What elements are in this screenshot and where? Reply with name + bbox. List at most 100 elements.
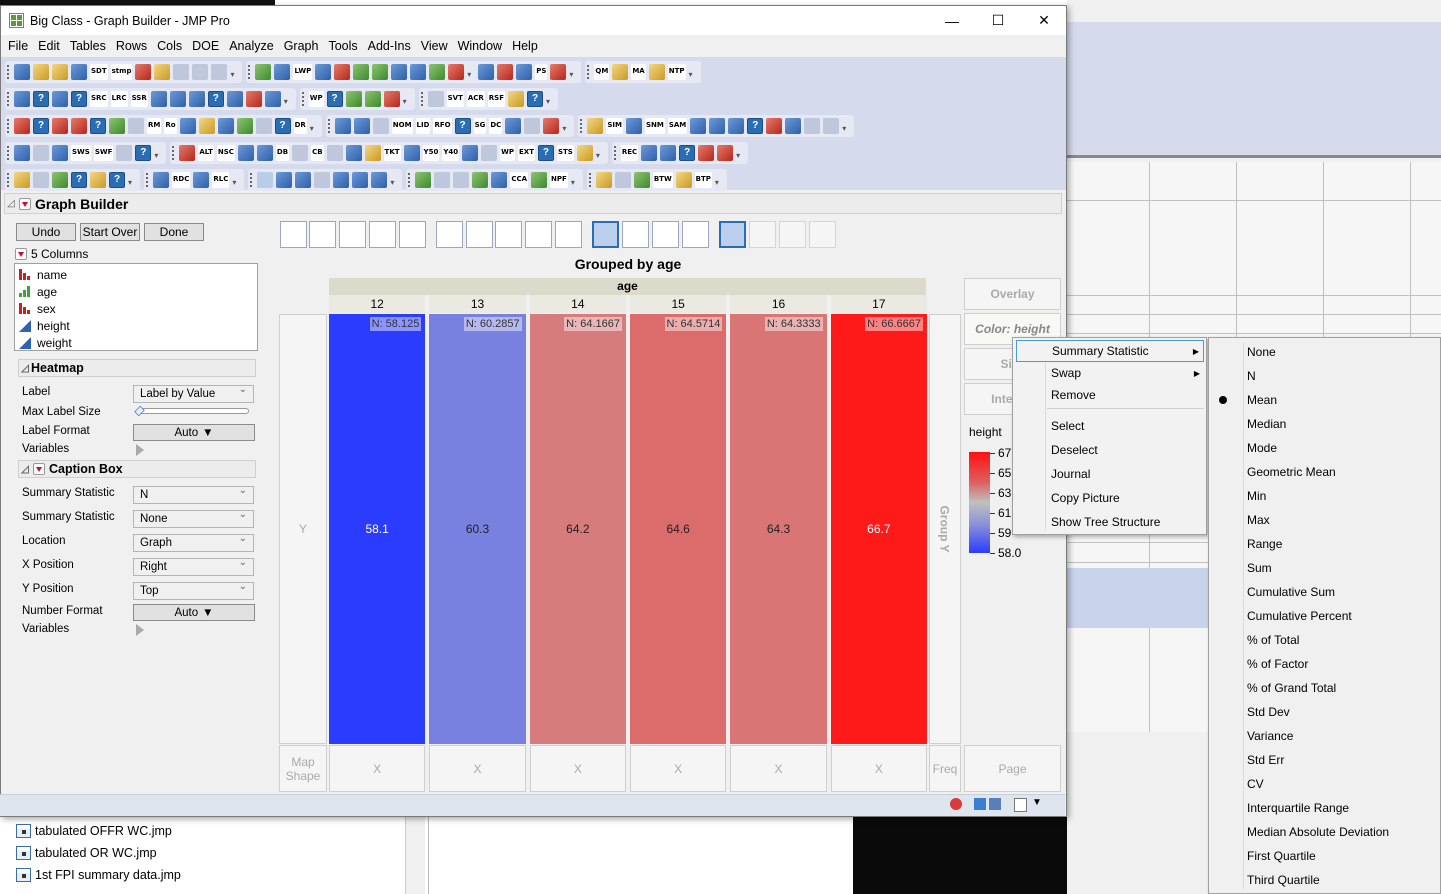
help-icon[interactable]: ? [274, 118, 291, 134]
sg-icon[interactable]: SG [473, 118, 487, 134]
menu-analyze[interactable]: Analyze [224, 39, 278, 53]
submenu-item-none[interactable]: None [1209, 340, 1440, 364]
close-button[interactable]: ✕ [1021, 6, 1067, 35]
help-disabled-icon[interactable] [326, 145, 343, 161]
bar-chart-icon[interactable] [345, 91, 362, 107]
document-icon[interactable] [524, 118, 541, 134]
survival-icon[interactable] [576, 145, 593, 161]
lasso-tool-icon[interactable] [333, 172, 350, 188]
tkt-icon[interactable]: TKT [383, 145, 401, 161]
disclosure-icon[interactable]: ◿ [5, 198, 17, 209]
menu-add-ins[interactable]: Add-Ins [363, 39, 416, 53]
refresh-table-icon[interactable] [193, 172, 210, 188]
search-icon[interactable] [211, 64, 228, 80]
map-shape-drop-zone[interactable]: Map Shape [279, 745, 327, 792]
freq-drop-zone[interactable]: Freq [929, 745, 961, 792]
rfo-icon[interactable]: RFO [433, 118, 452, 134]
curve-icon[interactable] [334, 118, 351, 134]
graph-type-bar-icon[interactable] [466, 221, 493, 248]
tabulate-icon[interactable] [245, 91, 262, 107]
label-select[interactable]: Label by Value [133, 384, 254, 403]
save-icon[interactable] [71, 64, 87, 80]
redo-icon[interactable] [153, 172, 169, 188]
cross-icon[interactable] [345, 145, 362, 161]
submenu-item-max[interactable]: Max [1209, 508, 1440, 532]
graph-type-caption-box-icon[interactable] [719, 221, 746, 248]
caption-box-section-header[interactable]: ◿ Caption Box [18, 460, 256, 478]
balance-icon[interactable] [448, 64, 465, 80]
graph-type-ellipse-icon[interactable] [369, 221, 396, 248]
help-tool-icon[interactable] [276, 172, 293, 188]
menu-help[interactable]: Help [507, 39, 543, 53]
red-triangle-menu-icon[interactable] [15, 248, 27, 260]
help-icon[interactable]: ? [679, 145, 696, 161]
line-tool-icon[interactable] [371, 172, 388, 188]
sdt-icon[interactable]: SDT [90, 64, 108, 80]
swf-icon[interactable]: SWF [93, 145, 114, 161]
graph-type-pie-icon[interactable] [622, 221, 649, 248]
run-script-icon[interactable] [154, 64, 171, 80]
summary-statistic-2-select[interactable]: None [133, 509, 254, 528]
list-icon[interactable] [71, 118, 87, 134]
y-position-select[interactable]: Top [133, 581, 254, 600]
stmp-icon[interactable]: stmp [110, 64, 133, 80]
number-format-button[interactable]: Auto ▼ [133, 604, 255, 621]
submenu-item-first-quartile[interactable]: First Quartile [1209, 844, 1440, 868]
refresh-icon[interactable] [128, 118, 144, 134]
target-icon[interactable] [785, 118, 802, 134]
menu-tables[interactable]: Tables [65, 39, 111, 53]
graph-type-histogram-icon[interactable] [555, 221, 582, 248]
heatmap-cell[interactable]: N: 64.1667 64.2 [529, 314, 626, 744]
btp-icon[interactable]: BTP [694, 172, 712, 188]
ntp-icon[interactable]: NTP [667, 64, 686, 80]
recent-file-item[interactable]: tabulated OFFR WC.jmp [16, 821, 172, 841]
graph-icon[interactable] [717, 145, 734, 161]
submenu-item-geometric-mean[interactable]: Geometric Mean [1209, 460, 1440, 484]
column-item-sex[interactable]: sex [15, 300, 257, 317]
hand-tool-icon[interactable] [314, 172, 331, 188]
stack-bars-icon[interactable] [109, 118, 125, 134]
pareto-icon[interactable] [550, 64, 567, 80]
ps-icon[interactable]: PS [535, 64, 548, 80]
menu-edit[interactable]: Edit [33, 39, 65, 53]
table-icon[interactable] [427, 91, 444, 107]
column-item-weight[interactable]: weight [15, 334, 257, 351]
folder-icon[interactable] [648, 64, 665, 80]
heatmap-cell[interactable]: N: 66.6667 66.7 [830, 314, 927, 744]
cca-icon[interactable]: CCA [510, 172, 529, 188]
sort-icon[interactable] [543, 118, 560, 134]
checklist-icon[interactable] [481, 145, 498, 161]
dropdown-arrow-icon[interactable]: ▼ [1032, 797, 1042, 808]
tree-map-icon[interactable] [14, 91, 30, 107]
graph-type-heatmap-icon[interactable] [592, 221, 619, 248]
new-folder-icon[interactable] [728, 118, 745, 134]
graph-type-formula-icon[interactable] [749, 221, 776, 248]
submenu-item-n[interactable]: N [1209, 364, 1440, 388]
sws-icon[interactable]: SWS [71, 145, 91, 161]
expand-variables-icon[interactable] [136, 444, 144, 456]
summary-statistic-select[interactable]: N [133, 485, 254, 504]
x-drop-zone[interactable]: X [529, 745, 626, 792]
heatmap-cell[interactable]: N: 64.5714 64.6 [630, 314, 727, 744]
pointer-icon[interactable] [823, 118, 840, 134]
open-icon[interactable] [52, 64, 68, 80]
menu-item-swap[interactable]: Swap ▶ [1016, 362, 1204, 384]
window-list-icon[interactable] [989, 798, 1001, 810]
sam-icon[interactable]: SAM [667, 118, 688, 134]
window-select-icon[interactable] [1014, 798, 1027, 812]
concat-icon[interactable] [226, 91, 243, 107]
qm-icon[interactable]: QM [594, 64, 610, 80]
dr-icon[interactable]: DR [293, 118, 307, 134]
report-icon[interactable] [595, 172, 612, 188]
join-icon[interactable] [150, 91, 167, 107]
select-add-icon[interactable] [14, 145, 30, 161]
submenu-item-cumulative-sum[interactable]: Cumulative Sum [1209, 580, 1440, 604]
lrc-icon[interactable]: LRC [110, 91, 128, 107]
submenu-item-of-total[interactable]: % of Total [1209, 628, 1440, 652]
graph-type-line-icon[interactable] [436, 221, 463, 248]
archive-icon[interactable] [804, 118, 821, 134]
lwp-icon[interactable]: LWP [293, 64, 313, 80]
rm-icon[interactable]: RM [147, 118, 162, 134]
submenu-item-sum[interactable]: Sum [1209, 556, 1440, 580]
help-icon[interactable]: ? [537, 145, 554, 161]
